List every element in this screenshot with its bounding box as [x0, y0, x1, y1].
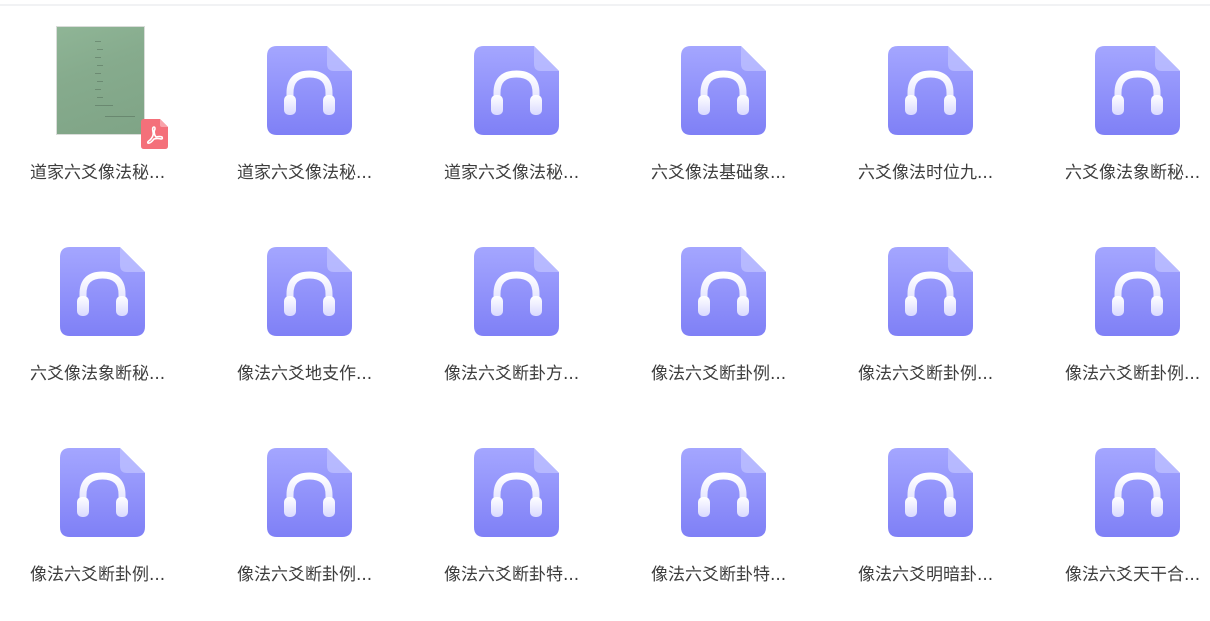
file-name[interactable]: 像法六爻断卦特... [651, 563, 797, 587]
pdf-file-icon [141, 119, 168, 149]
file-thumbnail[interactable] [237, 27, 377, 147]
file-name[interactable]: 像法六爻断卦例... [237, 563, 383, 587]
file-name[interactable]: 六爻像法时位九... [858, 161, 1004, 185]
headphones-audio-file-icon [60, 448, 145, 537]
pdf-file-tile[interactable]: 道家六爻像法秘... [0, 27, 207, 217]
file-thumbnail[interactable] [237, 228, 377, 348]
audio-file-tile[interactable]: 六爻像法象断秘... [0, 228, 207, 418]
file-thumbnail[interactable] [651, 429, 791, 549]
audio-file-tile[interactable]: 像法六爻断卦例... [207, 429, 414, 619]
audio-file-tile[interactable]: 像法六爻断卦例... [828, 228, 1035, 418]
headphones-audio-file-icon [888, 46, 973, 135]
headphones-audio-file-icon [267, 448, 352, 537]
audio-file-tile[interactable]: 像法六爻断卦例... [1035, 228, 1210, 418]
file-thumbnail[interactable] [444, 228, 584, 348]
pdf-thumbnail [57, 27, 144, 134]
file-thumbnail[interactable] [651, 27, 791, 147]
file-name[interactable]: 道家六爻像法秘... [237, 161, 383, 185]
file-thumbnail[interactable] [30, 429, 170, 549]
file-name[interactable]: 像法六爻天干合... [1065, 563, 1210, 587]
file-thumbnail[interactable] [1065, 228, 1205, 348]
headphones-audio-file-icon [888, 448, 973, 537]
file-thumbnail[interactable] [858, 429, 998, 549]
audio-file-tile[interactable]: 像法六爻断卦特... [414, 429, 621, 619]
file-name[interactable]: 道家六爻像法秘... [30, 161, 176, 185]
file-name[interactable]: 像法六爻断卦例... [651, 362, 797, 386]
file-name[interactable]: 像法六爻断卦方... [444, 362, 590, 386]
audio-file-tile[interactable]: 像法六爻断卦特... [621, 429, 828, 619]
audio-file-tile[interactable]: 道家六爻像法秘... [414, 27, 621, 217]
file-name[interactable]: 道家六爻像法秘... [444, 161, 590, 185]
audio-file-tile[interactable]: 像法六爻明暗卦... [828, 429, 1035, 619]
headphones-audio-file-icon [888, 247, 973, 336]
audio-file-tile[interactable]: 像法六爻断卦例... [621, 228, 828, 418]
file-name[interactable]: 像法六爻断卦例... [1065, 362, 1210, 386]
file-grid: 道家六爻像法秘... 道家六爻像法秘... 道家六爻像法秘... 六爻像法基础象… [0, 0, 1210, 621]
file-thumbnail[interactable] [444, 429, 584, 549]
headphones-audio-file-icon [474, 247, 559, 336]
file-thumbnail[interactable] [1065, 429, 1205, 549]
audio-file-tile[interactable]: 六爻像法时位九... [828, 27, 1035, 217]
file-thumbnail[interactable] [1065, 27, 1205, 147]
file-name[interactable]: 像法六爻明暗卦... [858, 563, 1004, 587]
file-thumbnail[interactable] [30, 27, 170, 149]
headphones-audio-file-icon [681, 247, 766, 336]
file-thumbnail[interactable] [858, 228, 998, 348]
headphones-audio-file-icon [267, 46, 352, 135]
audio-file-tile[interactable]: 道家六爻像法秘... [207, 27, 414, 217]
file-name[interactable]: 像法六爻地支作... [237, 362, 383, 386]
file-thumbnail[interactable] [444, 27, 584, 147]
headphones-audio-file-icon [681, 46, 766, 135]
file-name[interactable]: 像法六爻断卦例... [30, 563, 176, 587]
file-name[interactable]: 六爻像法象断秘... [1065, 161, 1210, 185]
headphones-audio-file-icon [1095, 46, 1180, 135]
audio-file-tile[interactable]: 像法六爻天干合... [1035, 429, 1210, 619]
audio-file-tile[interactable]: 像法六爻断卦例... [0, 429, 207, 619]
file-thumbnail[interactable] [237, 429, 377, 549]
audio-file-tile[interactable]: 六爻像法基础象... [621, 27, 828, 217]
file-name[interactable]: 像法六爻断卦特... [444, 563, 590, 587]
file-name[interactable]: 六爻像法象断秘... [30, 362, 176, 386]
headphones-audio-file-icon [60, 247, 145, 336]
headphones-audio-file-icon [1095, 448, 1180, 537]
headphones-audio-file-icon [681, 448, 766, 537]
file-name[interactable]: 像法六爻断卦例... [858, 362, 1004, 386]
audio-file-tile[interactable]: 像法六爻地支作... [207, 228, 414, 418]
file-thumbnail[interactable] [30, 228, 170, 348]
file-thumbnail[interactable] [858, 27, 998, 147]
headphones-audio-file-icon [267, 247, 352, 336]
headphones-audio-file-icon [474, 448, 559, 537]
audio-file-tile[interactable]: 像法六爻断卦方... [414, 228, 621, 418]
file-thumbnail[interactable] [651, 228, 791, 348]
headphones-audio-file-icon [474, 46, 559, 135]
audio-file-tile[interactable]: 六爻像法象断秘... [1035, 27, 1210, 217]
file-name[interactable]: 六爻像法基础象... [651, 161, 797, 185]
headphones-audio-file-icon [1095, 247, 1180, 336]
